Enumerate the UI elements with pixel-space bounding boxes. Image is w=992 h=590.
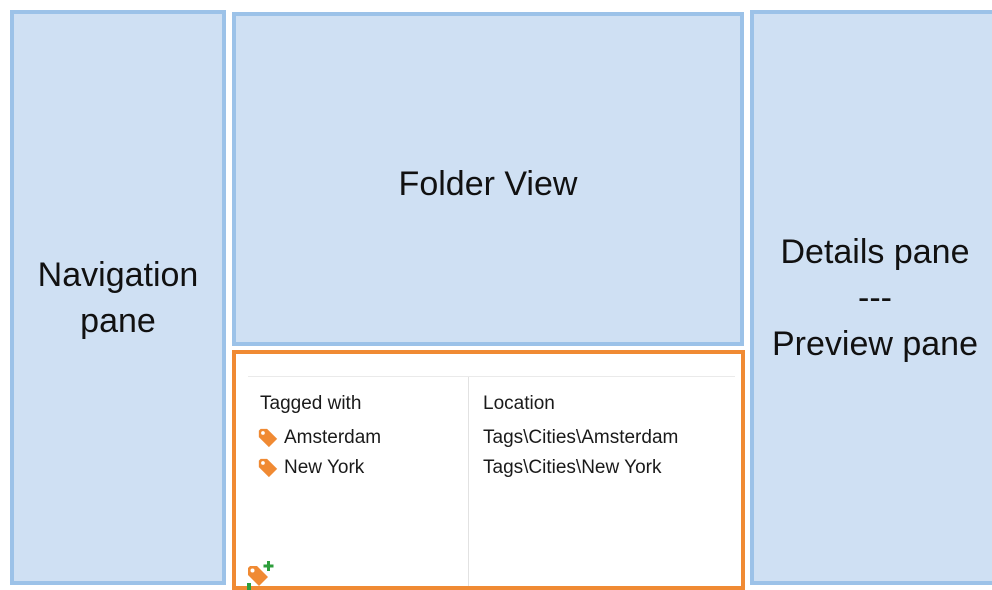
tag-icon: [258, 458, 278, 478]
tag-icon: [258, 428, 278, 448]
tags-panel: Tagged with Amsterdam New York Location …: [232, 350, 745, 590]
navigation-pane-label-2: pane: [80, 301, 156, 340]
tag-row-amsterdam[interactable]: Amsterdam: [257, 427, 381, 449]
tagged-with-column: Tagged with Amsterdam New York: [247, 377, 469, 590]
location-cell: Tags\Cities\New York: [483, 457, 662, 478]
add-tag-icon[interactable]: [246, 560, 276, 590]
tags-list: Tagged with Amsterdam New York Location …: [247, 376, 735, 590]
preview-pane-label: Preview pane: [771, 324, 978, 363]
location-column: Location Tags\Cities\Amsterdam Tags\Citi…: [468, 377, 735, 586]
navigation-pane[interactable]: Navigation pane: [10, 10, 226, 585]
navigation-pane-label: Navigation: [37, 255, 199, 294]
location-header[interactable]: Location: [483, 393, 555, 415]
folder-view-pane[interactable]: Folder View: [232, 12, 744, 346]
details-preview-pane[interactable]: Details pane --- Preview pane: [750, 10, 992, 585]
tag-name: Amsterdam: [284, 427, 382, 448]
pane-separator: ---: [858, 278, 892, 317]
tag-row-new-york[interactable]: New York: [257, 457, 364, 479]
tagged-with-header[interactable]: Tagged with: [260, 393, 361, 415]
tag-name: New York: [284, 457, 365, 478]
details-pane-label: Details pane: [780, 232, 970, 271]
location-cell: Tags\Cities\Amsterdam: [483, 427, 679, 448]
folder-view-label: Folder View: [398, 165, 578, 203]
